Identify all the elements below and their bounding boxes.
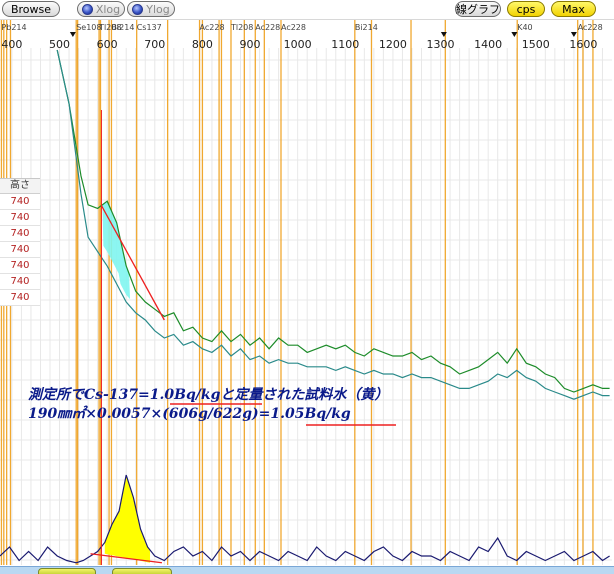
x-tick-label: 1100 bbox=[331, 38, 359, 51]
peak-label: Ac228 bbox=[578, 23, 603, 32]
grid bbox=[0, 48, 612, 565]
height-table-cell: 740 bbox=[0, 290, 40, 306]
spectrum-plot: 400 500 600 700 800 900 1000 1100 1200 1300 1400 15… bbox=[0, 20, 612, 565]
height-table-cell: 740 bbox=[0, 194, 40, 210]
height-table-header: 高さ bbox=[0, 179, 40, 194]
x-tick-label: 800 bbox=[192, 38, 213, 51]
annotation-line-1: 測定所でCs-137=1.0Bq/kgと定量された試料水（黄） bbox=[28, 386, 608, 405]
peak-labels: Pb214 Se108Tl208Bi214 Cs137 Ac228 Tl208 Ac228… bbox=[1, 23, 602, 32]
line-graph-label: 線グラフ bbox=[456, 3, 500, 16]
peak-label: Tl208 bbox=[230, 23, 253, 32]
ylog-label: Ylog bbox=[146, 2, 170, 16]
toolbar: Browse Xlog Ylog 線グラフ cps Max bbox=[0, 0, 614, 20]
height-table-cell: 740 bbox=[0, 242, 40, 258]
triangle-marker bbox=[440, 32, 447, 37]
status-bar bbox=[0, 566, 614, 574]
max-button[interactable]: Max bbox=[551, 1, 596, 17]
peak-label: Pb214 bbox=[1, 23, 26, 32]
x-tick-label: 1300 bbox=[427, 38, 455, 51]
x-tick-label: 700 bbox=[144, 38, 165, 51]
triangle-marker bbox=[69, 32, 76, 37]
height-table-cell: 740 bbox=[0, 258, 40, 274]
x-tick-label: 900 bbox=[240, 38, 261, 51]
peak-label: Ac228 bbox=[255, 23, 280, 32]
annotation-line-2: 190㎜㎡×0.0057×(606g/622g)=1.05Bq/kg bbox=[28, 405, 608, 424]
radio-icon bbox=[132, 3, 144, 15]
x-tick-label: 1000 bbox=[284, 38, 312, 51]
annotation-line-2-pre: 190㎜㎡×0.0057×(606g/622g)= bbox=[28, 406, 271, 422]
height-table: 高さ 740 740 740 740 740 740 740 bbox=[0, 178, 40, 306]
height-table-cell: 740 bbox=[0, 210, 40, 226]
cps-button[interactable]: cps bbox=[507, 1, 545, 17]
peak-label: Bi214 bbox=[355, 23, 378, 32]
annotation-line-1-value: 1.0Bq/kg bbox=[149, 387, 221, 403]
triangle-marker bbox=[570, 32, 577, 37]
peak-label: Bi214 bbox=[111, 23, 134, 32]
status-tab[interactable] bbox=[38, 568, 96, 574]
peak-label: Cs137 bbox=[137, 23, 162, 32]
x-tick-label: 1500 bbox=[522, 38, 550, 51]
triangle-markers bbox=[69, 32, 577, 37]
xlog-toggle[interactable]: Xlog bbox=[77, 1, 125, 17]
x-tick-labels: 400 500 600 700 800 900 1000 1100 1200 1300 1400 15… bbox=[1, 38, 597, 51]
ylog-toggle[interactable]: Ylog bbox=[127, 1, 175, 17]
x-tick-label: 500 bbox=[49, 38, 70, 51]
peak-label: Ac228 bbox=[200, 23, 225, 32]
radio-icon bbox=[81, 3, 93, 15]
annotation-line-1-pre: 測定所でCs-137= bbox=[28, 387, 150, 403]
height-table-cell: 740 bbox=[0, 274, 40, 290]
triangle-marker bbox=[511, 32, 518, 37]
status-tab[interactable] bbox=[112, 568, 172, 574]
peak-label: Ac228 bbox=[281, 23, 306, 32]
annotation-text: 測定所でCs-137=1.0Bq/kgと定量された試料水（黄） 190㎜㎡×0.… bbox=[28, 386, 608, 424]
residual-spectrum-line bbox=[0, 474, 610, 564]
spectrum-series bbox=[0, 49, 610, 564]
xlog-label: Xlog bbox=[95, 2, 121, 16]
max-label: Max bbox=[562, 2, 585, 16]
browse-button[interactable]: Browse bbox=[2, 1, 60, 17]
line-graph-button[interactable]: 線グラフ bbox=[455, 1, 501, 17]
cps-label: cps bbox=[516, 2, 536, 16]
x-tick-label: 1200 bbox=[379, 38, 407, 51]
x-tick-label: 400 bbox=[1, 38, 22, 51]
x-tick-label: 600 bbox=[97, 38, 118, 51]
peak-label: K40 bbox=[517, 23, 532, 32]
peak-label: Se108 bbox=[76, 23, 101, 32]
annotation-line-1-post: と定量された試料水（黄） bbox=[220, 387, 389, 403]
annotation-line-2-value: 1.05Bq/kg bbox=[270, 406, 351, 422]
browse-label: Browse bbox=[10, 2, 52, 16]
height-table-cell: 740 bbox=[0, 226, 40, 242]
x-tick-label: 1400 bbox=[474, 38, 502, 51]
x-tick-label: 1600 bbox=[569, 38, 597, 51]
